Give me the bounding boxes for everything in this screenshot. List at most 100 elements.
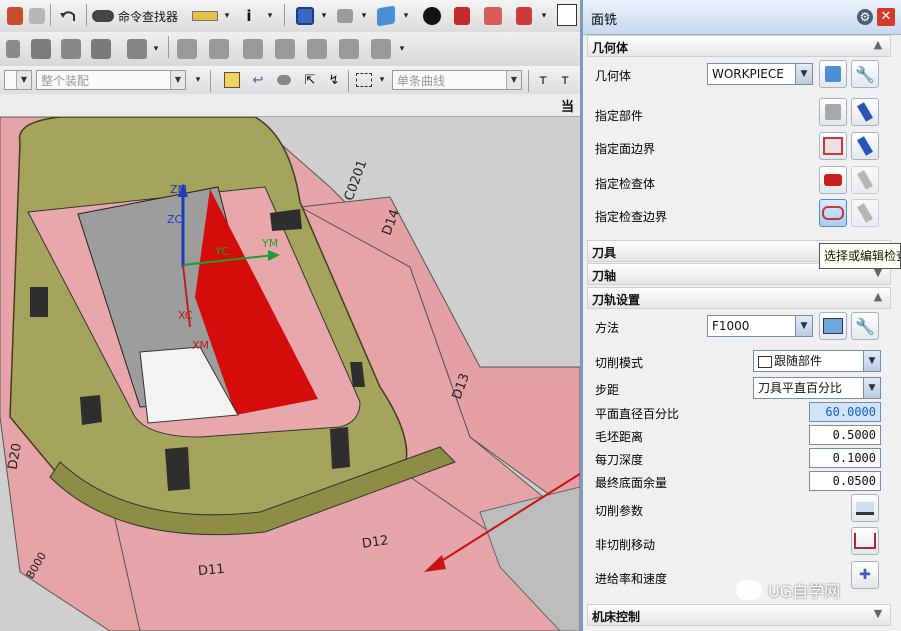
chevron-down-icon[interactable]: ▼: [870, 606, 886, 622]
specify-check-boundary-button[interactable]: [819, 199, 847, 227]
red-grid-box-icon[interactable]: [480, 4, 506, 28]
fit-view-icon[interactable]: [292, 4, 318, 28]
status-bar: 当: [0, 94, 580, 117]
new-method-button[interactable]: [819, 312, 847, 340]
feature-12-icon[interactable]: [368, 37, 394, 61]
chevron-up-icon[interactable]: ▲: [870, 37, 886, 53]
specify-part-button[interactable]: [819, 98, 847, 126]
type-filter-dropdown[interactable]: ▼: [4, 70, 32, 90]
geometry-select[interactable]: WORKPIECE ▼: [707, 63, 813, 85]
chevron-down-icon[interactable]: ▾: [318, 4, 330, 28]
chevron-down-icon[interactable]: ▾: [358, 4, 370, 28]
feature-6-icon[interactable]: [174, 37, 200, 61]
chevron-down-icon[interactable]: ▾: [400, 4, 412, 28]
pin-icon[interactable]: ᴛ: [534, 68, 552, 92]
stepover-select[interactable]: 刀具平直百分比 ▼: [753, 377, 881, 399]
section-machine-control-header[interactable]: 机床控制 ▼: [587, 604, 891, 626]
final-floor-stock-input[interactable]: 0.0500: [809, 471, 881, 491]
cutting-params-button[interactable]: [851, 494, 879, 522]
curve-rule-dropdown[interactable]: 单条曲线 ▼: [392, 70, 522, 90]
axis-xm-label: XM: [192, 339, 210, 352]
specify-face-boundary-button[interactable]: [819, 132, 847, 160]
info-icon[interactable]: i: [236, 4, 262, 28]
feature-1-icon[interactable]: [2, 37, 24, 61]
save-icon[interactable]: [26, 4, 48, 28]
color-swatch-button[interactable]: [556, 3, 578, 27]
depth-per-cut-input[interactable]: 0.1000: [809, 448, 881, 468]
watermark: UG自学网: [736, 578, 840, 602]
geometry-label: 几何体: [595, 69, 632, 83]
feature-3-icon[interactable]: [58, 37, 84, 61]
display-part-button[interactable]: [851, 98, 879, 126]
settings-gear-icon[interactable]: ⚙: [857, 9, 873, 25]
model-canvas[interactable]: [0, 117, 580, 631]
feeds-speeds-button[interactable]: ✚: [851, 561, 879, 589]
specify-check-body-button[interactable]: [819, 166, 847, 194]
feature-7-icon[interactable]: [206, 37, 232, 61]
pin-2-icon[interactable]: ᴛ: [556, 68, 574, 92]
cut-pattern-select[interactable]: 跟随部件 ▼: [753, 350, 881, 372]
flat-diameter-pct-input[interactable]: 60.0000: [809, 402, 881, 422]
command-finder-button[interactable]: 命令查找器: [92, 4, 188, 28]
measure-tool-icon[interactable]: [188, 4, 222, 28]
section-path-settings-header[interactable]: 刀轨设置 ▲: [587, 287, 891, 309]
curve-rule-value: 单条曲线: [397, 74, 446, 88]
method-icon: [823, 318, 843, 334]
non-cutting-moves-button[interactable]: [851, 527, 879, 555]
non-cutting-moves-label: 非切削移动: [595, 538, 656, 552]
snap-point-icon[interactable]: [220, 68, 244, 92]
chevron-down-icon[interactable]: ▾: [538, 4, 550, 28]
feature-2-icon[interactable]: [28, 37, 54, 61]
edit-method-button[interactable]: 🔧: [851, 312, 879, 340]
graphics-viewport[interactable]: ZM ZC YC YM XC XM C0201 D14 D13 D12 D11 …: [0, 117, 580, 631]
shaded-cube-icon[interactable]: [372, 4, 400, 28]
new-file-icon[interactable]: [4, 4, 26, 28]
chevron-down-icon[interactable]: ▾: [222, 4, 232, 28]
chevron-down-icon[interactable]: ▾: [150, 37, 162, 61]
feature-11-icon[interactable]: [336, 37, 362, 61]
chevron-down-icon[interactable]: ▾: [396, 37, 408, 61]
feature-9-icon[interactable]: [272, 37, 298, 61]
edit-geometry-button[interactable]: 🔧: [851, 60, 879, 88]
final-floor-stock-label: 最终底面余量: [595, 476, 668, 490]
method-label: 方法: [595, 321, 620, 335]
render-style-icon[interactable]: [418, 4, 446, 28]
check-body-icon: [824, 174, 842, 186]
dialog-titlebar: 面铣 ⚙ ✕: [583, 0, 901, 35]
status-text: 当: [561, 100, 575, 115]
close-icon[interactable]: ✕: [877, 8, 895, 26]
undo-icon[interactable]: [56, 4, 80, 28]
stepover-value: 刀具平直百分比: [758, 381, 843, 395]
blank-distance-input[interactable]: 0.5000: [809, 425, 881, 445]
lasso-icon[interactable]: ↯: [322, 68, 346, 92]
display-check-body-button[interactable]: [851, 166, 879, 194]
shape-icon[interactable]: [272, 68, 296, 92]
part-cube-icon: [825, 104, 841, 120]
rect-select-icon[interactable]: [352, 68, 376, 92]
filter-icon[interactable]: ▾: [190, 68, 206, 92]
red-half-box-icon[interactable]: [512, 4, 536, 28]
part-label-d11: D11: [197, 561, 226, 580]
assembly-filter-dropdown[interactable]: 整个装配 ▼: [36, 70, 186, 90]
flashlight-icon: [857, 203, 873, 223]
blank-distance-label: 毛坯距离: [595, 430, 644, 444]
chevron-up-icon[interactable]: ▲: [870, 289, 886, 305]
display-face-boundary-button[interactable]: [851, 132, 879, 160]
non-cutting-moves-icon: [854, 533, 876, 549]
chevron-down-icon[interactable]: ▾: [262, 4, 278, 28]
red-box-icon[interactable]: [450, 4, 474, 28]
feature-10-icon[interactable]: [304, 37, 330, 61]
axis-yc-label: YC: [215, 245, 229, 258]
new-geometry-button[interactable]: [819, 60, 847, 88]
link-icon[interactable]: ↩: [246, 68, 270, 92]
pointer-icon[interactable]: ⇱: [298, 68, 322, 92]
view-orient-icon[interactable]: [332, 4, 358, 28]
section-geometry-header[interactable]: 几何体 ▲: [587, 35, 891, 57]
chevron-down-icon[interactable]: ▾: [376, 68, 388, 92]
method-select[interactable]: F1000 ▼: [707, 315, 813, 337]
feature-4-icon[interactable]: [88, 37, 114, 61]
feature-5-icon[interactable]: [124, 37, 150, 61]
selection-toolbar: ▼ 整个装配 ▼ ▾ ↩ ⇱ ↯ ▾ 单条曲线 ▼ ᴛ ᴛ: [0, 66, 580, 95]
display-check-boundary-button[interactable]: [851, 199, 879, 227]
feature-8-icon[interactable]: [240, 37, 266, 61]
